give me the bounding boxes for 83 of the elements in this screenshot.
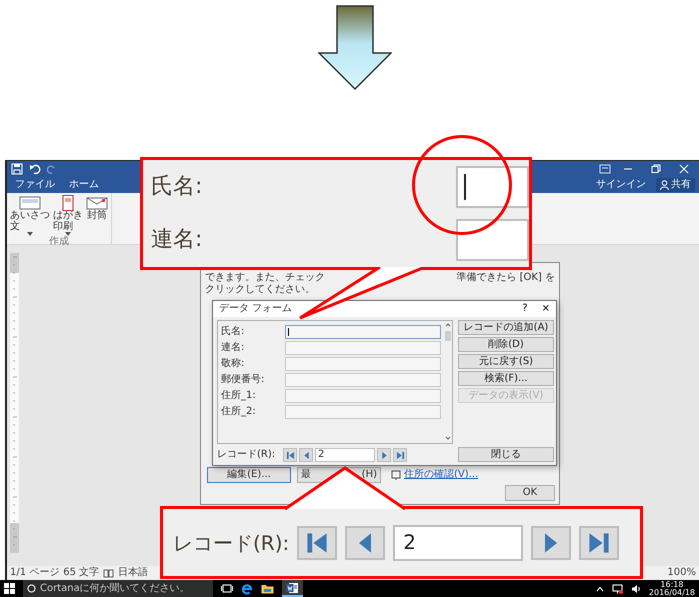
ribbon-tab[interactable]: ファイル xyxy=(11,180,59,190)
first-record-button[interactable] xyxy=(283,448,297,462)
zoom-level: 100% xyxy=(667,567,696,579)
field-label: 連名: xyxy=(221,342,246,354)
proofing-book-icon xyxy=(103,568,114,578)
verify-address-link[interactable]: 住所の確認(V)... xyxy=(404,469,478,481)
text-field[interactable] xyxy=(285,373,441,387)
field-label: 敬称: xyxy=(221,358,246,370)
last-record-button[interactable] xyxy=(393,448,407,462)
text-cursor xyxy=(464,174,466,200)
instruction-text: できます。また、チェック xyxy=(205,272,325,284)
undo-icon[interactable] xyxy=(29,163,41,175)
field-label: 連名: xyxy=(151,227,202,254)
previous-record-button[interactable] xyxy=(345,526,386,560)
text-cursor xyxy=(288,328,289,336)
record-number-field[interactable]: 2 xyxy=(393,524,524,560)
text-field[interactable] xyxy=(285,389,441,403)
ribbon-button[interactable]: はがき 印刷 xyxy=(53,195,83,236)
field-label: 住所_2: xyxy=(221,406,257,418)
task-view-icon[interactable] xyxy=(221,584,233,594)
close-dialog-button[interactable]: 閉じる xyxy=(458,447,554,462)
status-text: 日本語 xyxy=(118,567,148,579)
caret-icon xyxy=(27,232,33,236)
network-icon[interactable] xyxy=(612,584,623,594)
ribbon-display-icon[interactable] xyxy=(599,164,611,174)
person-icon xyxy=(660,180,669,190)
field-label: 郵便番号: xyxy=(221,374,266,386)
windows-logo-icon[interactable] xyxy=(4,583,15,594)
text-field[interactable] xyxy=(456,166,529,208)
chevron-up-icon[interactable] xyxy=(596,586,604,592)
field-label: 氏名: xyxy=(151,174,202,200)
status-text: 1/1 ページ xyxy=(10,567,60,579)
triangle-right-icon xyxy=(380,450,388,460)
dialog-button[interactable]: 元に戻す(S) xyxy=(458,354,554,369)
share-button[interactable]: 共有 xyxy=(656,178,695,192)
text-field[interactable] xyxy=(285,357,441,371)
close-button[interactable]: × xyxy=(542,303,550,315)
redo-icon[interactable] xyxy=(47,164,57,174)
sign-in-link[interactable]: サインイン xyxy=(592,180,650,190)
ribbon-tab[interactable]: ホーム xyxy=(65,180,103,190)
caret-icon xyxy=(65,232,71,236)
previous-record-button[interactable] xyxy=(299,448,313,462)
text-field[interactable] xyxy=(456,219,529,262)
skip-end-icon xyxy=(587,530,612,554)
dialog-button[interactable]: 検索(F)... xyxy=(458,371,554,386)
record-label: レコード(R): xyxy=(173,530,290,554)
dialog-button[interactable]: 削除(D) xyxy=(458,337,554,352)
record-number-field[interactable]: 2 xyxy=(315,448,375,462)
record-label: レコード(R): xyxy=(217,449,276,461)
folder-icon[interactable] xyxy=(261,583,274,594)
checklist-icon xyxy=(391,470,401,480)
first-record-button[interactable] xyxy=(297,526,338,560)
save-icon[interactable] xyxy=(11,163,23,175)
text-field[interactable] xyxy=(285,405,441,419)
circle-icon xyxy=(27,584,36,593)
clock-date: 2016/04/18 xyxy=(648,588,695,596)
text-field[interactable] xyxy=(285,325,441,339)
edit-button[interactable]: 編集(E)... xyxy=(207,467,291,483)
dialog-title: データ フォーム xyxy=(219,303,292,315)
ok-button[interactable]: OK xyxy=(505,485,555,501)
help-button[interactable]: ? xyxy=(522,303,528,315)
text-field[interactable] xyxy=(285,341,441,355)
next-record-button[interactable] xyxy=(531,526,572,560)
skip-end-icon xyxy=(396,450,404,460)
search-field[interactable]: Cortanaに何か聞いてください。 xyxy=(23,580,213,597)
instruction-text: クリックしてください。 xyxy=(205,284,315,296)
last-record-button[interactable] xyxy=(579,526,620,560)
triangle-left-icon xyxy=(302,450,310,460)
status-text: 65 文字 xyxy=(63,567,100,579)
dialog-button[interactable]: レコードの追加(A) xyxy=(458,320,554,335)
speaker-icon[interactable] xyxy=(630,584,641,594)
skip-start-icon xyxy=(305,530,330,554)
group-label: 作成 xyxy=(49,236,69,248)
skip-start-icon xyxy=(286,450,294,460)
document-app-icon[interactable] xyxy=(286,582,299,594)
browser-icon[interactable] xyxy=(241,582,253,594)
field-label: 住所_1: xyxy=(221,390,257,402)
clock-time: 16:18 xyxy=(659,580,684,588)
ribbon-button[interactable]: 封筒 xyxy=(86,195,108,236)
field-label: 氏名: xyxy=(221,326,246,338)
instruction-text: 準備できたら [OK] を xyxy=(456,272,555,284)
next-record-button[interactable] xyxy=(377,448,391,462)
ribbon-button[interactable]: あいさつ 文 xyxy=(10,195,50,236)
